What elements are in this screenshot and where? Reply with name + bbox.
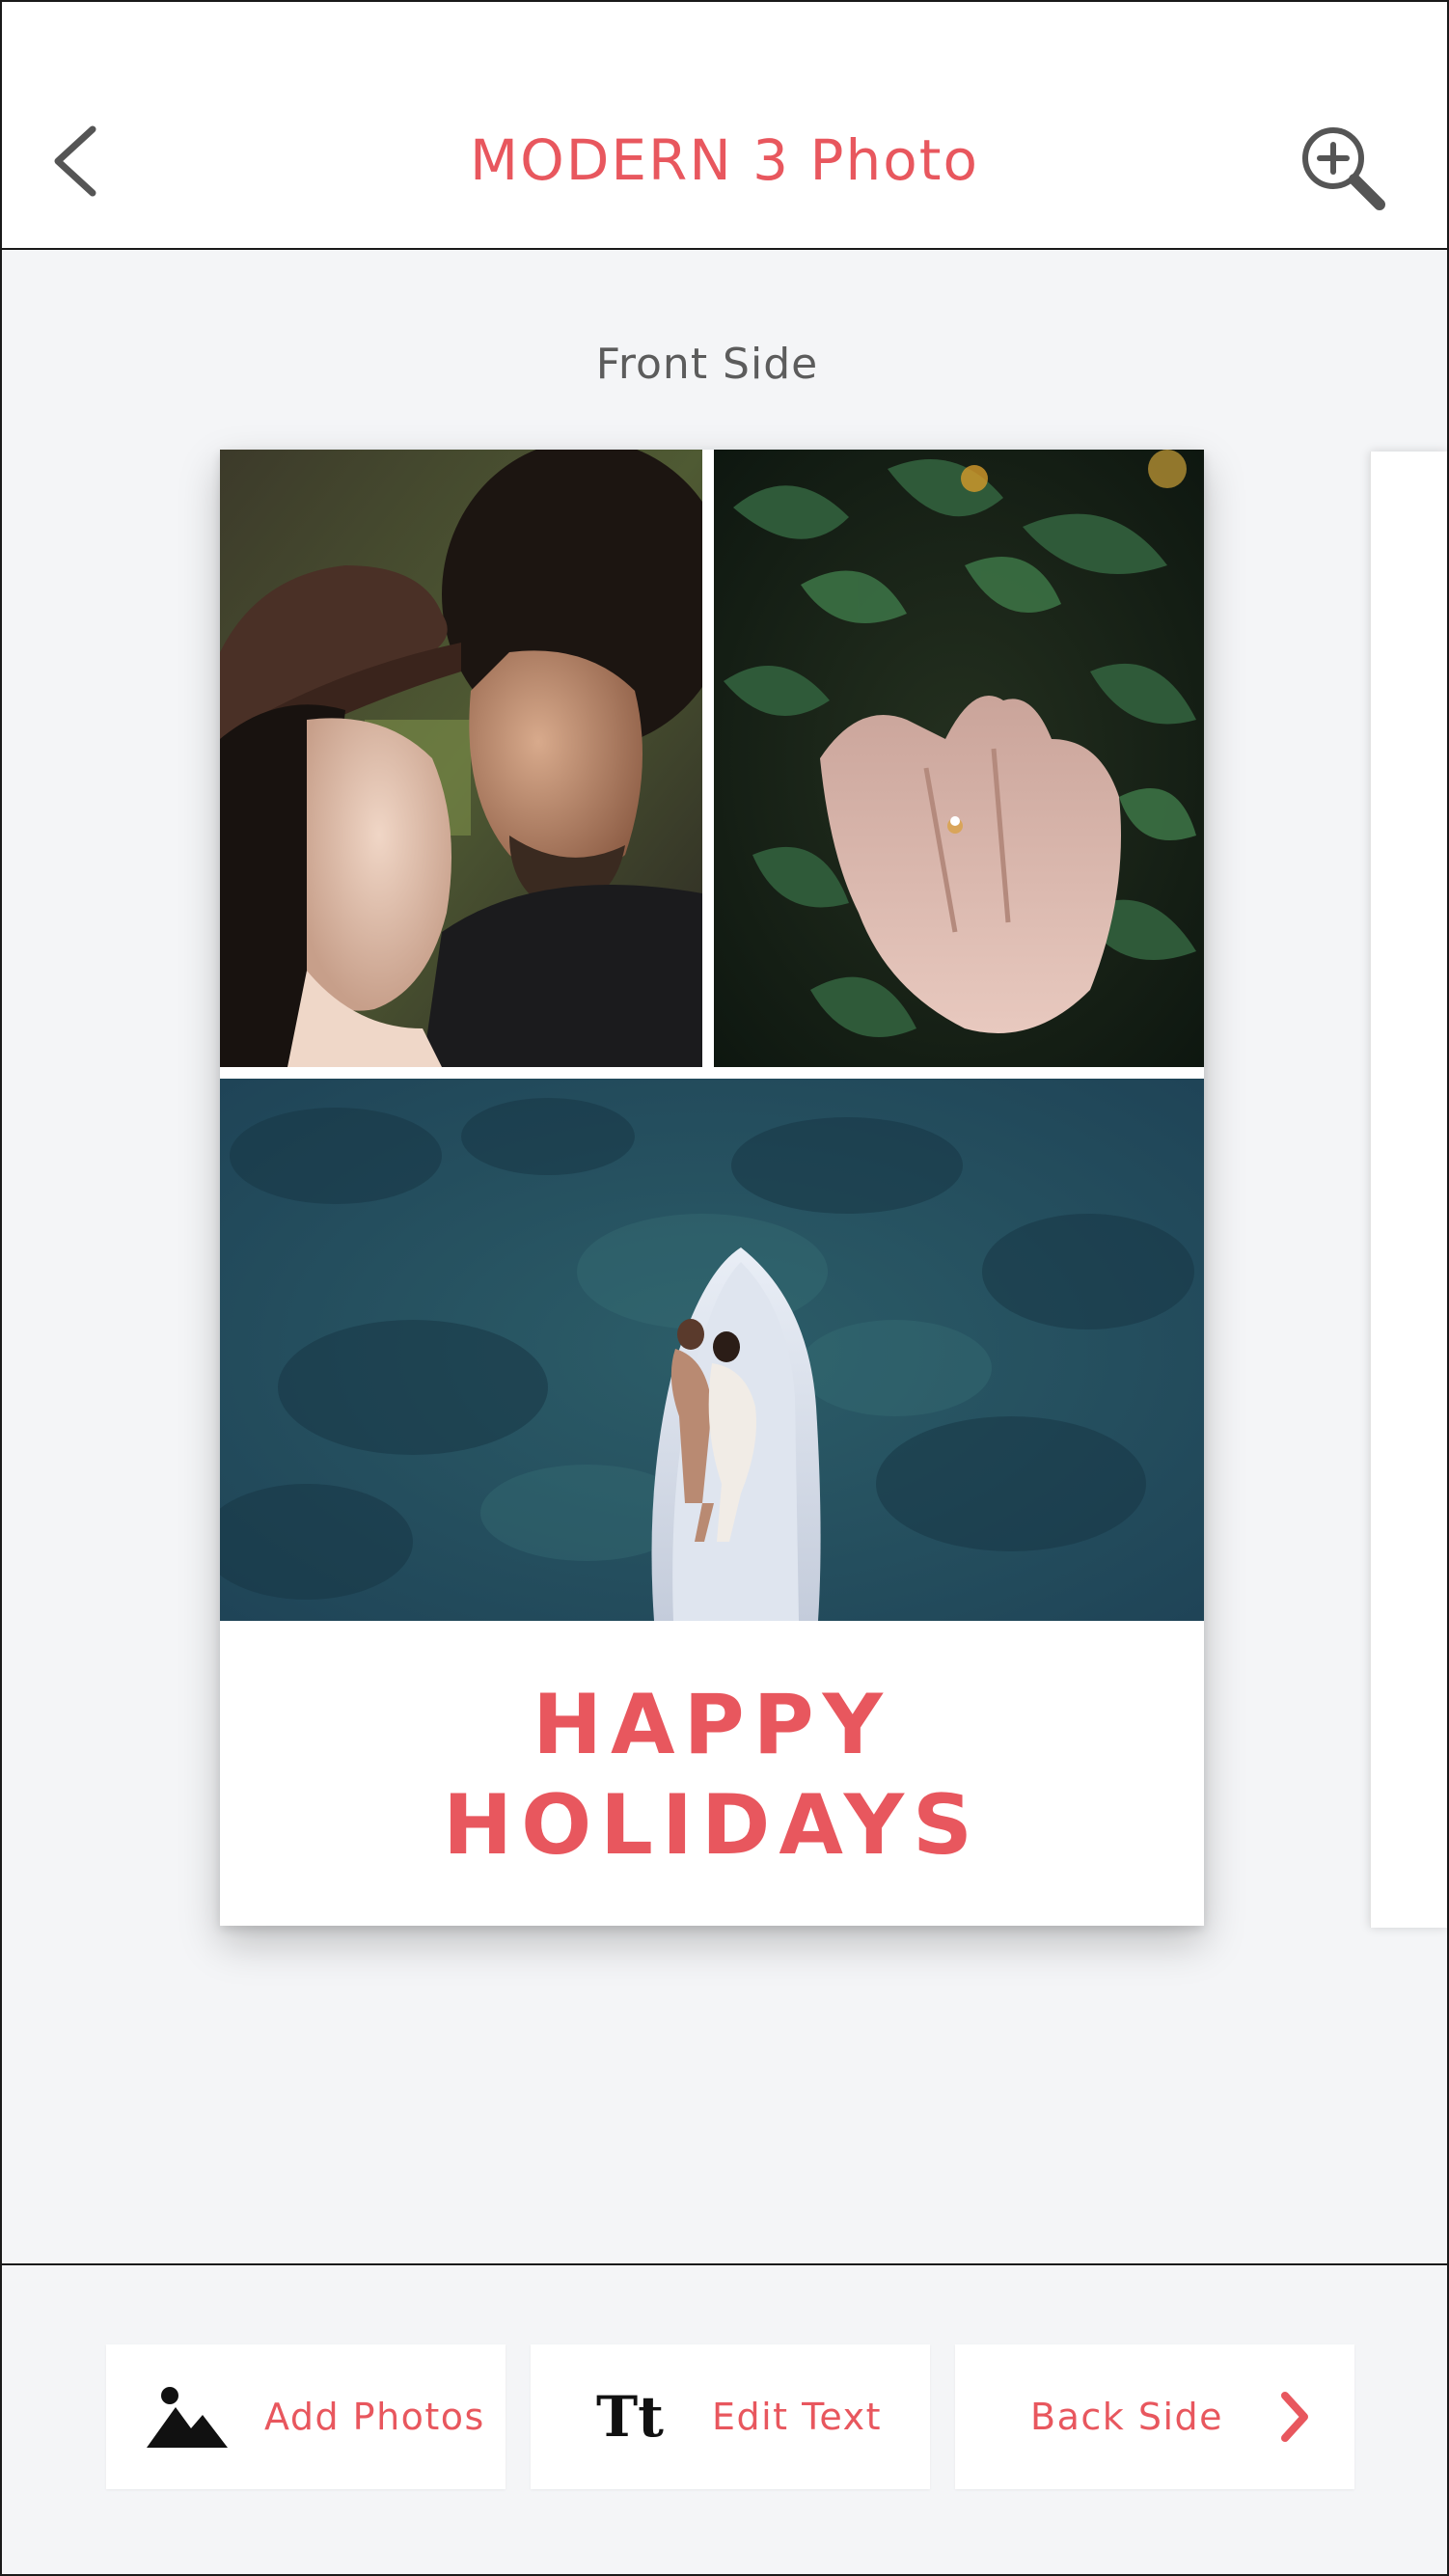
add-photos-button[interactable]: Add Photos	[106, 2344, 506, 2489]
boat-aerial-photo[interactable]	[220, 1079, 1204, 1621]
text-format-icon: Tt	[596, 2384, 664, 2450]
card-greeting-text[interactable]: HAPPY HOLIDAYS	[220, 1675, 1204, 1876]
back-side-label: Back Side	[1030, 2396, 1224, 2438]
bottom-toolbar: Add Photos Tt Edit Text Back Side	[2, 2263, 1447, 2574]
page-title: MODERN 3 Photo	[470, 127, 979, 193]
next-card-peek[interactable]	[1370, 452, 1447, 1928]
mountain-image-icon	[147, 2387, 228, 2448]
add-photos-label: Add Photos	[264, 2396, 485, 2438]
greeting-line-2: HOLIDAYS	[443, 1777, 981, 1874]
edit-text-label: Edit Text	[711, 2396, 882, 2438]
couple-portrait-photo[interactable]	[220, 450, 702, 1067]
side-label: Front Side	[595, 340, 819, 389]
edit-text-button[interactable]: Tt Edit Text	[531, 2344, 930, 2489]
back-side-button[interactable]: Back Side	[955, 2344, 1354, 2489]
hands-ring-photo[interactable]	[714, 450, 1204, 1067]
zoom-button[interactable]	[1297, 122, 1389, 214]
greeting-line-1: HAPPY	[533, 1677, 891, 1773]
zoom-in-icon	[1302, 127, 1385, 210]
chevron-right-icon	[1281, 2392, 1309, 2442]
card-preview[interactable]: HAPPY HOLIDAYS	[220, 450, 1204, 1926]
app-header: MODERN 3 Photo	[2, 2, 1447, 250]
